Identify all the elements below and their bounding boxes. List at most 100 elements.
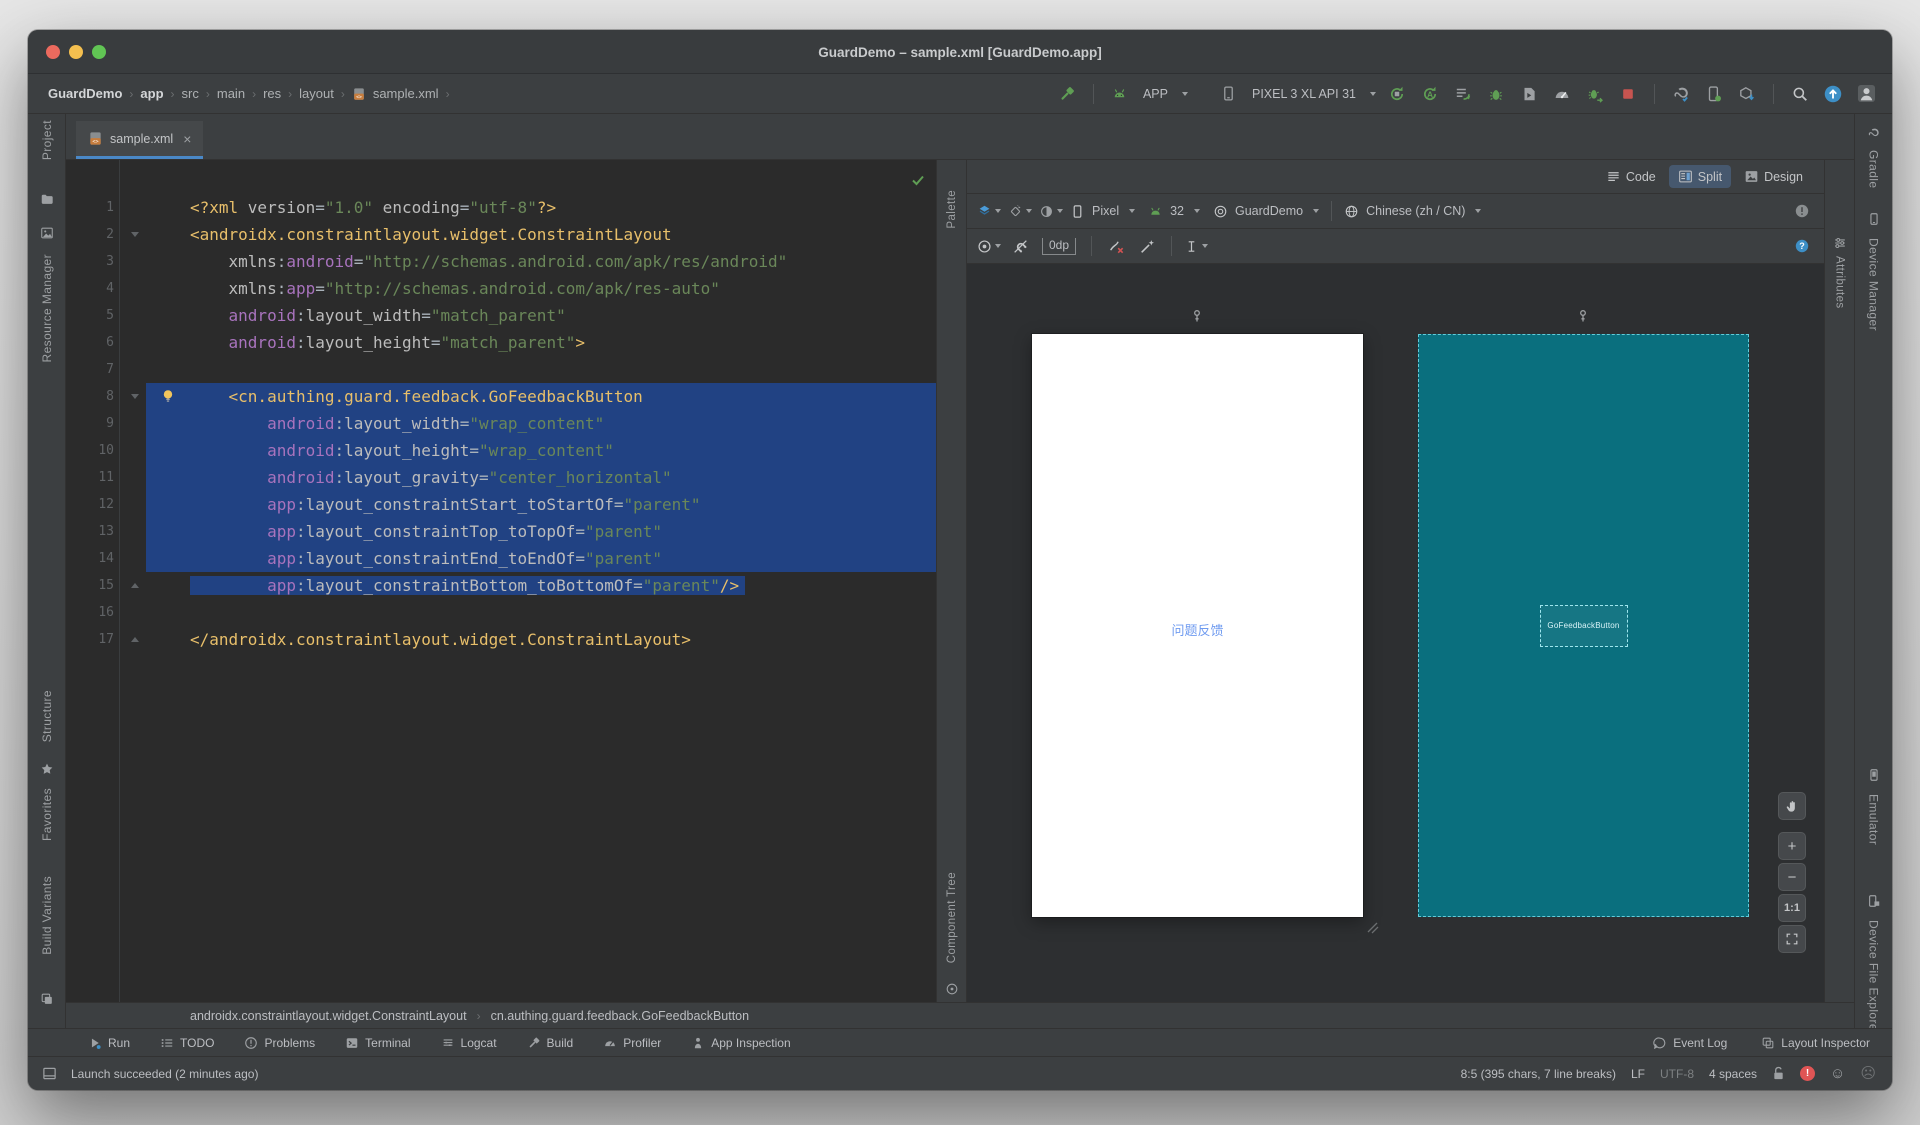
folder-icon[interactable] — [28, 192, 65, 206]
design-surface-selector-icon[interactable] — [977, 199, 1001, 223]
code-line-9[interactable]: 9 android:layout_width="wrap_content" — [66, 410, 936, 437]
tool-window-toggle-icon[interactable] — [42, 1066, 57, 1081]
tool-window-button-logcat[interactable]: Logcat — [441, 1036, 497, 1050]
preview-api-selector[interactable]: 32 — [1170, 204, 1184, 218]
tool-window-button-build[interactable]: Build — [527, 1036, 573, 1050]
quickfix-bulb-icon[interactable] — [160, 388, 176, 404]
dfe-icon[interactable] — [1855, 894, 1892, 908]
device-icon[interactable] — [1855, 212, 1892, 226]
error-indicator-icon[interactable]: ! — [1800, 1066, 1816, 1081]
zoom-out-button[interactable]: − — [1778, 863, 1806, 891]
code-line-3[interactable]: 3 xmlns:android="http://schemas.android.… — [66, 248, 936, 275]
fold-marker-icon[interactable] — [131, 394, 139, 399]
indent-setting[interactable]: 4 spaces — [1709, 1067, 1757, 1081]
mode-split-button[interactable]: Split — [1668, 165, 1732, 188]
blueprint-feedback-button[interactable]: GoFeedbackButton — [1539, 604, 1628, 647]
orientation-icon[interactable] — [1008, 199, 1032, 223]
fold-marker-icon[interactable] — [131, 637, 139, 642]
sidebar-item-structure[interactable]: Structure — [28, 690, 65, 742]
star-icon[interactable] — [28, 762, 65, 776]
code-line-6[interactable]: 6 android:layout_height="match_parent"> — [66, 329, 936, 356]
squarelayers-icon[interactable] — [28, 992, 65, 1006]
pan-hand-button[interactable] — [1778, 792, 1806, 820]
tool-window-button-app-inspection[interactable]: App Inspection — [691, 1036, 791, 1050]
issue-panel-icon[interactable] — [1790, 199, 1814, 223]
sidebar-item-gradle[interactable]: Gradle — [1855, 150, 1892, 188]
zoom-in-button[interactable]: + — [1778, 832, 1806, 860]
palette-panel-button[interactable]: Palette — [937, 190, 966, 229]
sidebar-item-resource-manager[interactable]: Resource Manager — [28, 254, 65, 362]
inspection-ok-icon[interactable] — [910, 172, 926, 188]
code-editor[interactable]: 1 <?xml version="1.0" encoding="utf-8"?> 2… — [66, 160, 937, 1002]
caret-position[interactable]: 8:5 (395 chars, 7 line breaks) — [1461, 1067, 1616, 1081]
zoom-actual-size-button[interactable]: 1:1 — [1778, 894, 1806, 922]
preview-theme-selector[interactable]: GuardDemo — [1235, 204, 1303, 218]
chevron-down-icon[interactable] — [1181, 91, 1188, 96]
code-line-17[interactable]: 17 </androidx.constraintlayout.widget.Con… — [66, 626, 936, 653]
tab-sample-xml[interactable]: <> sample.xml × — [76, 121, 204, 159]
xml-breadcrumb-item[interactable]: cn.authing.guard.feedback.GoFeedbackButt… — [491, 1009, 750, 1023]
attach-debugger-icon[interactable] — [1517, 82, 1541, 106]
preview-locale-selector[interactable]: Chinese (zh / CN) — [1366, 204, 1465, 218]
code-line-12[interactable]: 12 app:layout_constraintStart_toStartOf=… — [66, 491, 936, 518]
attributes-panel-button[interactable]: Attributes — [1825, 256, 1854, 309]
mode-design-button[interactable]: Design — [1735, 165, 1812, 188]
apply-changes-button[interactable]: A — [1418, 82, 1442, 106]
build-hammer-icon[interactable] — [1055, 82, 1079, 106]
happy-face-icon[interactable]: ☺ — [1830, 1066, 1845, 1081]
debug-button[interactable] — [1484, 82, 1508, 106]
search-everywhere-icon[interactable] — [1788, 82, 1812, 106]
breadcrumb-item-guarddemo[interactable]: GuardDemo — [48, 86, 122, 101]
tool-window-button-layout-inspector[interactable]: Layout Inspector — [1761, 1036, 1870, 1050]
breadcrumb-item-src[interactable]: src — [182, 86, 199, 101]
lock-icon[interactable] — [1772, 1066, 1785, 1081]
device-manager-icon[interactable] — [1702, 82, 1726, 106]
code-line-15[interactable]: 15 app:layout_constraintBottom_toBottomO… — [66, 572, 936, 599]
infer-constraints-wand-icon[interactable] — [1135, 234, 1159, 258]
gradle-icon[interactable] — [1855, 126, 1892, 140]
xml-breadcrumb-item[interactable]: androidx.constraintlayout.widget.Constra… — [190, 1009, 467, 1023]
avatar[interactable] — [1854, 82, 1878, 106]
view-options-icon[interactable] — [977, 234, 1001, 258]
design-canvas[interactable]: 问题反馈 GoFeedbackButton + − 1:1 — [967, 264, 1824, 1002]
component-tree-panel-button[interactable]: Component Tree — [937, 872, 966, 963]
file-encoding[interactable]: UTF-8 — [1660, 1067, 1694, 1081]
close-tab-icon[interactable]: × — [183, 131, 191, 147]
code-line-2[interactable]: 2 <androidx.constraintlayout.widget.Const… — [66, 221, 936, 248]
design-preview-screen[interactable]: 问题反馈 — [1032, 334, 1363, 917]
profiler-gauge-icon[interactable] — [1550, 82, 1574, 106]
feedback-button-preview[interactable]: 问题反馈 — [1032, 620, 1363, 639]
breadcrumb-item-app[interactable]: app — [140, 86, 163, 101]
default-margin-selector[interactable]: 0dp — [1042, 237, 1077, 255]
code-line-14[interactable]: 14 app:layout_constraintEnd_toEndOf="par… — [66, 545, 936, 572]
breadcrumb-item-layout[interactable]: layout — [299, 86, 334, 101]
resources-icon[interactable] — [28, 226, 65, 240]
gradle-sync-icon[interactable] — [1669, 82, 1693, 106]
code-line-16[interactable]: 16 — [66, 599, 936, 626]
code-line-5[interactable]: 5 android:layout_width="match_parent" — [66, 302, 936, 329]
blueprint-preview-screen[interactable]: GoFeedbackButton — [1418, 334, 1749, 917]
sidebar-item-device-file-explorer[interactable]: Device File Explorer — [1855, 920, 1892, 1035]
preview-device-selector[interactable]: Pixel — [1092, 204, 1119, 218]
device-selector[interactable]: PIXEL 3 XL API 31 — [1252, 87, 1356, 101]
sidebar-item-emulator[interactable]: Emulator — [1855, 794, 1892, 845]
emulator-icon[interactable] — [1855, 768, 1892, 782]
run-config-selector[interactable]: APP — [1143, 87, 1168, 101]
tool-window-button-profiler[interactable]: Profiler — [603, 1036, 661, 1050]
sidebar-item-project[interactable]: Project — [28, 120, 65, 160]
sdk-manager-icon[interactable] — [1735, 82, 1759, 106]
zoom-to-fit-button[interactable] — [1778, 925, 1806, 953]
line-ending[interactable]: LF — [1631, 1067, 1645, 1081]
breadcrumb-item-main[interactable]: main — [217, 86, 245, 101]
tool-window-button-terminal[interactable]: Terminal — [345, 1036, 411, 1050]
code-line-1[interactable]: 1 <?xml version="1.0" encoding="utf-8"?> — [66, 194, 936, 221]
fold-marker-icon[interactable] — [131, 583, 139, 588]
code-line-10[interactable]: 10 android:layout_height="wrap_content" — [66, 437, 936, 464]
profile-low-overhead-icon[interactable] — [1583, 82, 1607, 106]
code-line-7[interactable]: 7 — [66, 356, 936, 383]
night-mode-icon[interactable] — [1039, 199, 1063, 223]
code-line-8[interactable]: 8 <cn.authing.guard.feedback.GoFeedbackB… — [66, 383, 936, 410]
mode-code-button[interactable]: Code — [1597, 165, 1665, 188]
tool-window-button-run[interactable]: Run — [88, 1036, 130, 1050]
chevron-down-icon[interactable] — [1370, 91, 1376, 96]
